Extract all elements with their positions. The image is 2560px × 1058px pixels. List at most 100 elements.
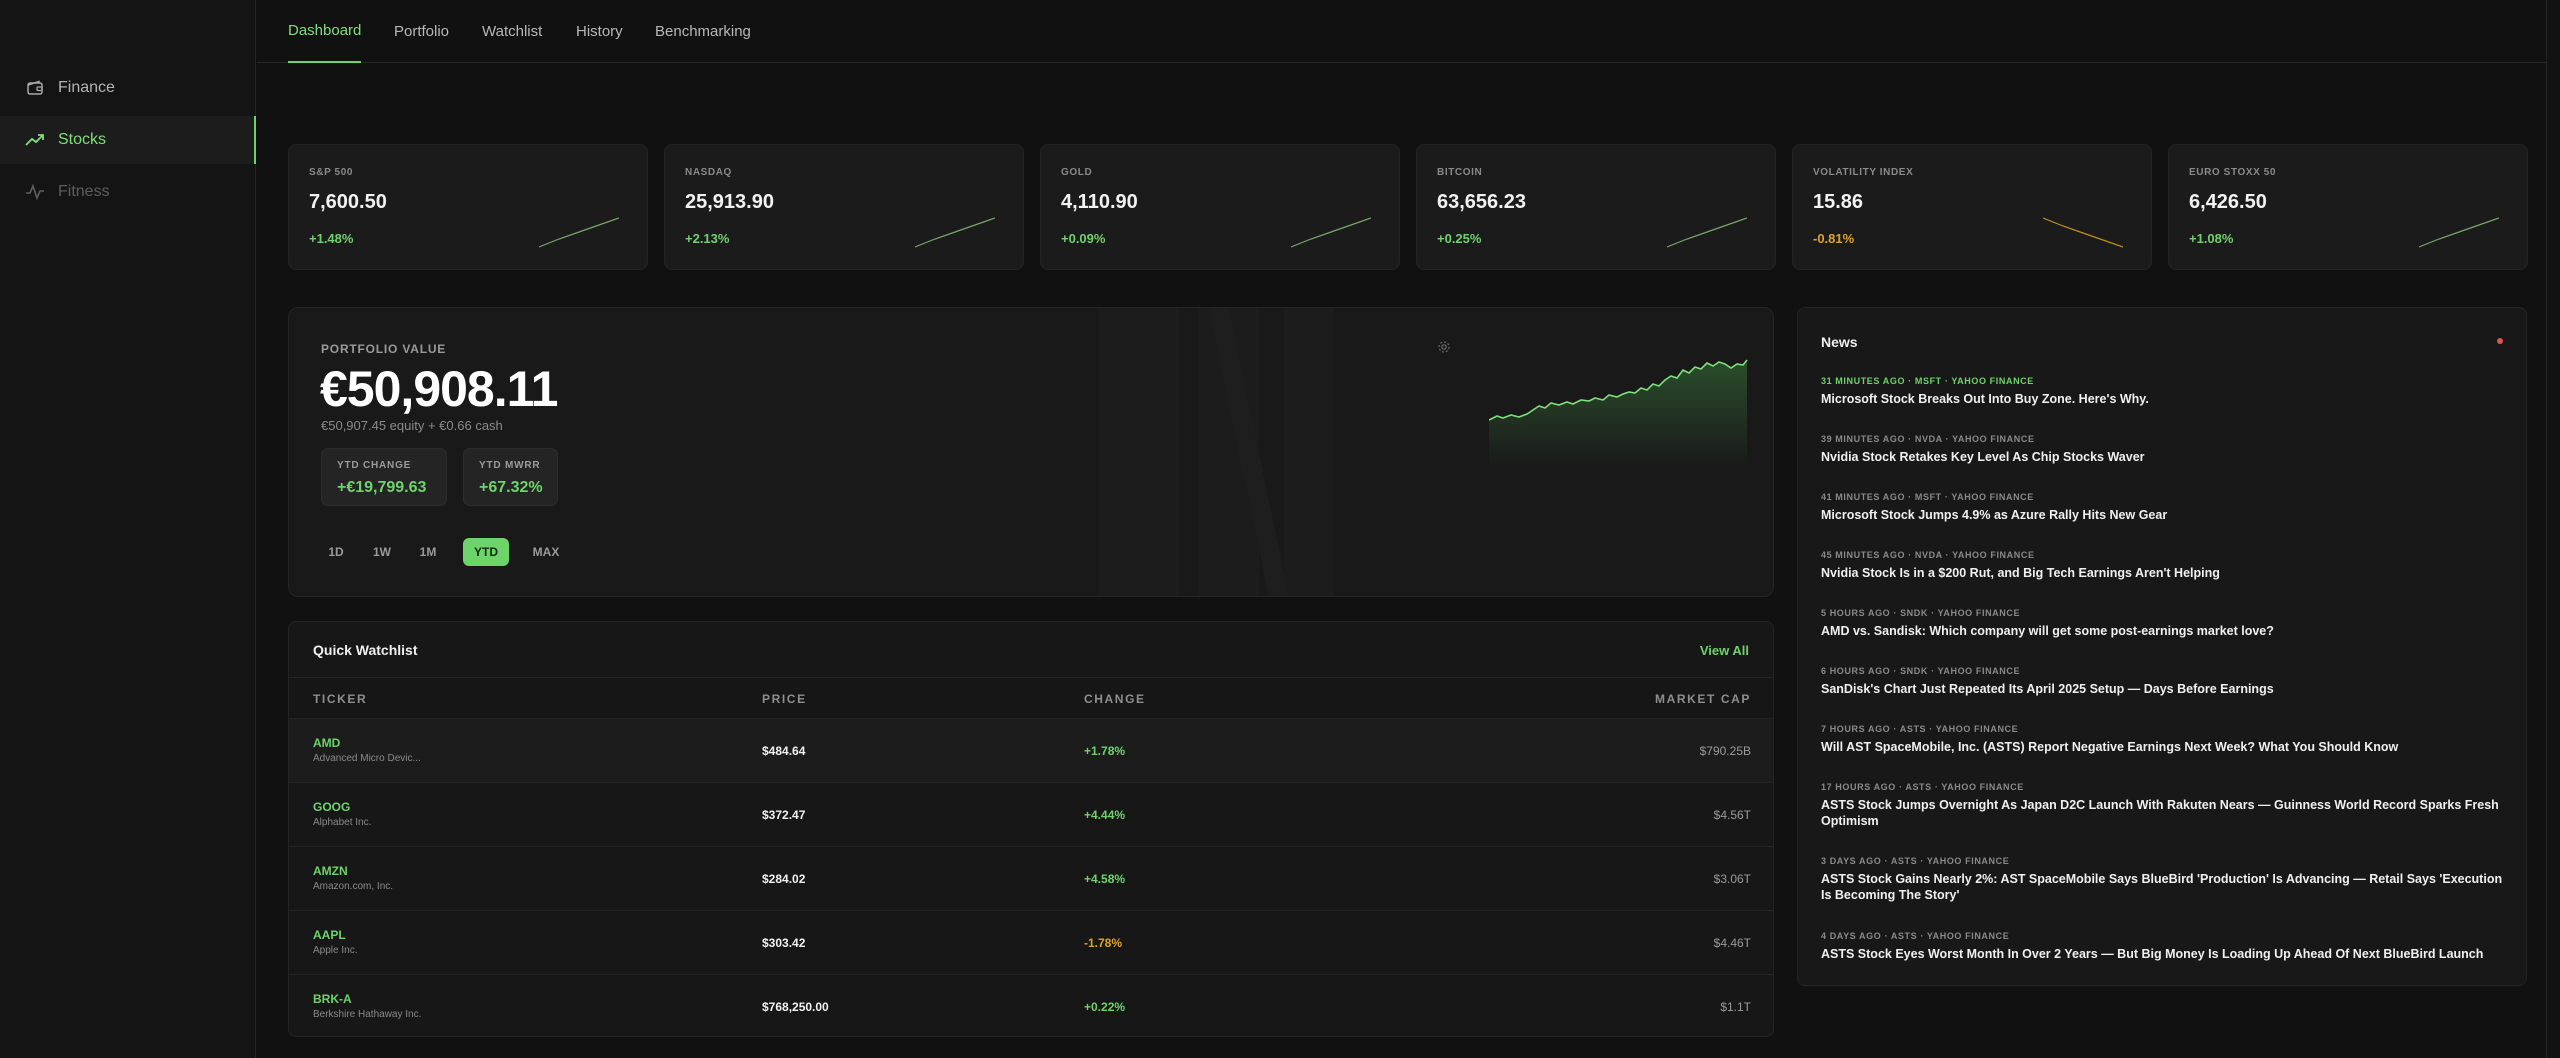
index-value: 6,426.50 [2189, 191, 2267, 213]
background-pattern [1099, 308, 1334, 596]
table-row[interactable]: AAPL Apple Inc. $303.42 -1.78% $4.46T [289, 911, 1773, 975]
news-item[interactable]: 45 MINUTES AGO · NVDA · YAHOO FINANCE Nv… [1821, 550, 2511, 581]
market-cap: $3.06T [1713, 872, 1751, 886]
sparkline [1291, 217, 1371, 248]
quick-watchlist: Quick Watchlist View All TICKER PRICE CH… [288, 621, 1774, 1037]
tab-history[interactable]: History [576, 0, 623, 63]
sparkline [2419, 217, 2499, 248]
view-all-link[interactable]: View All [1700, 643, 1749, 658]
company-name: Advanced Micro Devic... [313, 753, 421, 764]
table-row[interactable]: GOOG Alphabet Inc. $372.47 +4.44% $4.56T [289, 783, 1773, 847]
index-value: 15.86 [1813, 191, 1864, 213]
tab-portfolio[interactable]: Portfolio [394, 0, 449, 63]
company-name: Amazon.com, Inc. [313, 881, 394, 892]
news-item[interactable]: 31 MINUTES AGO · MSFT · YAHOO FINANCE Mi… [1821, 376, 2511, 407]
news-item[interactable]: 7 HOURS AGO · ASTS · YAHOO FINANCE Will … [1821, 724, 2511, 755]
ytd-mwrr-value: +67.32% [479, 479, 543, 496]
sidebar-item-finance[interactable]: Finance [0, 64, 256, 112]
news-headline[interactable]: ASTS Stock Eyes Worst Month In Over 2 Ye… [1821, 946, 2511, 962]
change: +4.44% [1084, 808, 1126, 822]
ticker[interactable]: AMZN [313, 864, 348, 878]
index-card-sp500[interactable]: S&P 500 7,600.50 +1.48% [288, 144, 648, 270]
ticker[interactable]: BRK-A [313, 992, 352, 1006]
table-row[interactable]: BRK-A Berkshire Hathaway Inc. $768,250.0… [289, 975, 1773, 1036]
portfolio-value-label: PORTFOLIO VALUE [321, 342, 447, 356]
news-headline[interactable]: Nvidia Stock Retakes Key Level As Chip S… [1821, 449, 2511, 465]
news-headline[interactable]: Will AST SpaceMobile, Inc. (ASTS) Report… [1821, 739, 2511, 755]
ytd-change-box: YTD CHANGE +€19,799.63 [321, 448, 447, 506]
news-item[interactable]: 5 HOURS AGO · SNDK · YAHOO FINANCE AMD v… [1821, 608, 2511, 639]
change: +4.58% [1084, 872, 1126, 886]
ytd-mwrr-label: YTD MWRR [479, 460, 541, 471]
news-headline[interactable]: Microsoft Stock Jumps 4.9% as Azure Rall… [1821, 507, 2511, 523]
column-header-change[interactable]: CHANGE [1084, 692, 1146, 706]
column-header-market-cap[interactable]: MARKET CAP [1655, 692, 1751, 706]
table-row[interactable]: AMD Advanced Micro Devic... $484.64 +1.7… [289, 719, 1773, 783]
company-name: Apple Inc. [313, 945, 358, 956]
ticker[interactable]: GOOG [313, 800, 350, 814]
news-item[interactable]: 39 MINUTES AGO · NVDA · YAHOO FINANCE Nv… [1821, 434, 2511, 465]
tab-watchlist[interactable]: Watchlist [482, 0, 542, 63]
ytd-change-label: YTD CHANGE [337, 460, 412, 471]
range-max-button[interactable]: MAX [523, 538, 569, 566]
index-card-volatility[interactable]: VOLATILITY INDEX 15.86 -0.81% [1792, 144, 2152, 270]
index-label: S&P 500 [309, 167, 354, 178]
price: $284.02 [762, 872, 806, 886]
news-headline[interactable]: ASTS Stock Jumps Overnight As Japan D2C … [1821, 797, 2511, 829]
index-value: 63,656.23 [1437, 191, 1526, 213]
market-cap: $4.46T [1713, 936, 1751, 950]
index-card-bitcoin[interactable]: BITCOIN 63,656.23 +0.25% [1416, 144, 1776, 270]
index-card-eurostoxx[interactable]: EURO STOXX 50 6,426.50 +1.08% [2168, 144, 2528, 270]
index-label: EURO STOXX 50 [2189, 167, 2277, 178]
index-card-nasdaq[interactable]: NASDAQ 25,913.90 +2.13% [664, 144, 1024, 270]
news-headline[interactable]: SanDisk's Chart Just Repeated Its April … [1821, 681, 2511, 697]
sidebar-item-label: Stocks [58, 131, 107, 148]
news-meta: 17 HOURS AGO · ASTS · YAHOO FINANCE [1821, 782, 2024, 792]
sidebar-item-stocks[interactable]: Stocks [0, 116, 256, 164]
ytd-change-value: +€19,799.63 [337, 479, 427, 496]
column-header-price[interactable]: PRICE [762, 692, 807, 706]
index-change: +0.25% [1437, 231, 1482, 246]
range-1m-button[interactable]: 1M [411, 538, 445, 566]
table-row[interactable]: AMZN Amazon.com, Inc. $284.02 +4.58% $3.… [289, 847, 1773, 911]
tab-dashboard[interactable]: Dashboard [288, 0, 362, 63]
ticker[interactable]: AMD [313, 736, 340, 750]
market-cap: $1.1T [1720, 1000, 1751, 1014]
gear-icon[interactable] [1437, 340, 1451, 354]
scrollbar[interactable] [2546, 0, 2560, 1058]
news-item[interactable]: 3 DAYS AGO · ASTS · YAHOO FINANCE ASTS S… [1821, 856, 2511, 903]
news-panel: News 31 MINUTES AGO · MSFT · YAHOO FINAN… [1797, 307, 2527, 986]
news-headline[interactable]: ASTS Stock Gains Nearly 2%: AST SpaceMob… [1821, 871, 2511, 903]
ticker[interactable]: AAPL [313, 928, 346, 942]
index-card-gold[interactable]: GOLD 4,110.90 +0.09% [1040, 144, 1400, 270]
news-meta: 41 MINUTES AGO · MSFT · YAHOO FINANCE [1821, 492, 2034, 502]
sidebar-item-fitness[interactable]: Fitness [0, 168, 256, 216]
company-name: Berkshire Hathaway Inc. [313, 1009, 422, 1020]
news-headline[interactable]: Microsoft Stock Breaks Out Into Buy Zone… [1821, 391, 2511, 407]
news-title: News [1821, 334, 1858, 350]
portfolio-chart [1489, 359, 1748, 468]
range-1d-button[interactable]: 1D [319, 538, 353, 566]
index-change: +1.48% [309, 231, 354, 246]
range-1w-button[interactable]: 1W [365, 538, 399, 566]
index-change: +2.13% [685, 231, 730, 246]
portfolio-value: €50,908.11 [320, 361, 558, 417]
change: +0.22% [1084, 1000, 1126, 1014]
news-meta: 3 DAYS AGO · ASTS · YAHOO FINANCE [1821, 856, 2010, 866]
range-ytd-button[interactable]: YTD [463, 538, 509, 566]
news-item[interactable]: 6 HOURS AGO · SNDK · YAHOO FINANCE SanDi… [1821, 666, 2511, 697]
news-item[interactable]: 4 DAYS AGO · ASTS · YAHOO FINANCE ASTS S… [1821, 931, 2511, 962]
news-headline[interactable]: AMD vs. Sandisk: Which company will get … [1821, 623, 2511, 639]
tab-benchmarking[interactable]: Benchmarking [655, 0, 751, 63]
sparkline [2043, 217, 2123, 248]
ytd-mwrr-box: YTD MWRR +67.32% [463, 448, 558, 506]
column-header-ticker[interactable]: TICKER [313, 692, 367, 706]
news-meta: 4 DAYS AGO · ASTS · YAHOO FINANCE [1821, 931, 2010, 941]
news-meta: 5 HOURS AGO · SNDK · YAHOO FINANCE [1821, 608, 2021, 618]
news-item[interactable]: 17 HOURS AGO · ASTS · YAHOO FINANCE ASTS… [1821, 782, 2511, 829]
sidebar: Finance Stocks Fitness [0, 0, 256, 1058]
news-item[interactable]: 41 MINUTES AGO · MSFT · YAHOO FINANCE Mi… [1821, 492, 2511, 523]
sidebar-item-label: Finance [58, 79, 115, 96]
news-headline[interactable]: Nvidia Stock Is in a $200 Rut, and Big T… [1821, 565, 2511, 581]
trending-up-icon [25, 130, 45, 150]
